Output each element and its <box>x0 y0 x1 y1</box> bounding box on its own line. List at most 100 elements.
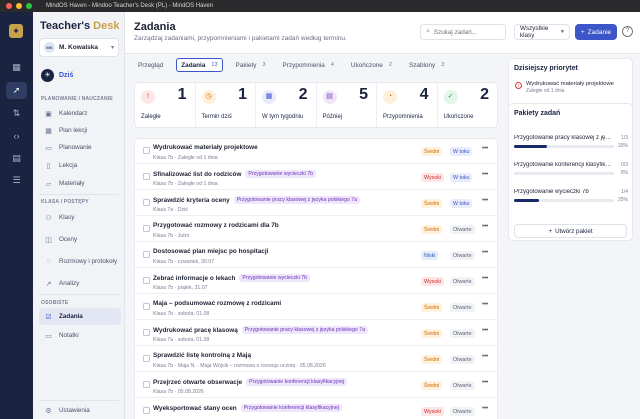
task-row[interactable]: Przejrzeć otwarte obserwacje Przygotowani… <box>135 373 497 398</box>
more-options-icon[interactable]: ••• <box>482 171 488 178</box>
sidebar-item-klasy[interactable]: ⚇ Klasy <box>39 209 121 226</box>
task-checkbox[interactable] <box>143 407 150 414</box>
stat-card[interactable]: ◔ 4 Przypomnienia <box>377 83 438 127</box>
package-name: Przygotowanie wycieczki 7b <box>514 189 589 195</box>
sidebar-item-plan-lekcji[interactable]: ▦ Plan lekcji <box>39 122 121 139</box>
more-options-icon[interactable]: ••• <box>482 353 488 360</box>
task-title-line: Przygotować rozmowy z rodzicami dla 7b <box>153 222 279 229</box>
more-options-icon[interactable]: ••• <box>482 301 488 308</box>
sidebar-item-zadania[interactable]: ☑ Zadania <box>39 308 121 325</box>
status-badge: Otwarte <box>450 303 475 312</box>
alert-icon: ! <box>515 82 522 89</box>
priority-item[interactable]: ! Wydrukować materiały projektowe Zaległ… <box>515 81 614 94</box>
task-checkbox[interactable] <box>143 381 150 388</box>
maximize-window-button[interactable] <box>26 3 32 9</box>
package-item[interactable]: Przygotowanie konferencji klasyfikacyjne… <box>514 162 628 176</box>
sidebar-item-rozmowy[interactable]: ◌ Rozmowy i protokoły <box>39 253 121 270</box>
stat-card[interactable]: ! 1 Zaległe <box>135 83 196 127</box>
task-checkbox[interactable] <box>143 225 150 232</box>
task-row[interactable]: Dostosować plan miejsc po hospitacji Klas… <box>135 243 497 268</box>
stat-card[interactable]: ▦ 2 W tym tygodniu <box>256 83 317 127</box>
task-title: Sprawdzić listę kontrolną z Mają <box>153 352 252 359</box>
sidebar-item-ustawienia[interactable]: ⚙ Ustawienia <box>39 402 121 419</box>
task-title: Maja – podsumować rozmowę z rodzicami <box>153 300 282 307</box>
tab-przeglad[interactable]: Przegląd <box>134 58 167 72</box>
task-package-tag[interactable]: Przygotowanie wycieczki 7b <box>239 274 310 282</box>
task-checkbox[interactable] <box>143 303 150 310</box>
task-title: Przejrzeć otwarte obserwacje <box>153 378 243 386</box>
search-icon: ⌕ <box>426 28 430 35</box>
task-checkbox[interactable] <box>143 251 150 258</box>
class-filter-select[interactable]: Wszystkie klasy ▼ <box>514 24 570 40</box>
more-options-icon[interactable]: ••• <box>482 145 488 152</box>
tab-ukonczone[interactable]: Ukończone 2 <box>347 58 396 72</box>
stat-card[interactable]: ▤ 5 Później <box>317 83 377 127</box>
note-icon: ▭ <box>45 332 52 340</box>
task-checkbox[interactable] <box>143 147 150 154</box>
tab-zadania[interactable]: Zadania 13 <box>176 58 223 72</box>
task-package-tag[interactable]: Przygotowanie pracy klasowej z języka po… <box>241 326 369 334</box>
task-package-tag[interactable]: Przygotowanie wycieczki 7b <box>245 170 317 178</box>
task-package-tag[interactable]: Przygotowanie pracy klasowej z języka po… <box>233 196 360 204</box>
section-planning: PLANOWANIE I NAUCZANIE <box>41 96 113 102</box>
task-row[interactable]: Wyeksportować stany ocen Przygotowanie ko… <box>135 399 497 419</box>
task-checkbox[interactable] <box>143 199 150 206</box>
task-row[interactable]: Zebrać informacje o lekach Przygotowanie … <box>135 269 497 294</box>
task-row[interactable]: Wydrukować pracę klasową Przygotowanie pr… <box>135 321 497 346</box>
task-meta: Klasa 7a · Dziś <box>153 207 188 213</box>
task-checkbox[interactable] <box>143 173 150 180</box>
package-item[interactable]: Przygotowanie pracy klasowej z języka po… <box>514 135 628 149</box>
today-link[interactable]: ☀ Dziś <box>41 69 73 82</box>
plus-icon: + <box>548 227 553 235</box>
more-options-icon[interactable]: ••• <box>482 275 488 282</box>
sidebar-item-oceny[interactable]: ◫ Oceny <box>39 231 121 248</box>
package-item[interactable]: Przygotowanie wycieczki 7b 1/4 25% <box>514 189 628 203</box>
more-options-icon[interactable]: ••• <box>482 405 488 412</box>
sidebar-item-planowanie[interactable]: ▭ Planowanie <box>39 139 121 156</box>
minimize-window-button[interactable] <box>16 3 22 9</box>
sidebar-item-lekcja[interactable]: ▯ Lekcja <box>39 157 121 174</box>
task-title: Zebrać informacje o lekach <box>153 274 236 282</box>
task-package-tag[interactable]: Przygotowanie konferencji klasyfikacyjne… <box>240 404 342 412</box>
database-icon[interactable]: ▤ <box>10 152 23 165</box>
task-row[interactable]: Wydrukować materiały projektowe Klasa 7b … <box>135 139 497 164</box>
task-row[interactable]: Sprawdzić listę kontrolną z Mają Klasa 7b… <box>135 347 497 372</box>
sidebar-item-notatki[interactable]: ▭ Notatki <box>39 327 121 344</box>
dashboard-icon[interactable]: ▦ <box>10 61 23 74</box>
sidebar-item-analizy[interactable]: ↗ Analizy <box>39 275 121 292</box>
more-options-icon[interactable]: ••• <box>482 197 488 204</box>
search-input[interactable] <box>433 28 500 36</box>
task-checkbox[interactable] <box>143 355 150 362</box>
task-row[interactable]: Sprawdzić kryteria oceny Przygotowanie pr… <box>135 191 497 216</box>
more-options-icon[interactable]: ••• <box>482 249 488 256</box>
sidebar-item-kalendarz[interactable]: ▣ Kalendarz <box>39 105 121 122</box>
task-row[interactable]: Przygotować rozmowy z rodzicami dla 7b Kl… <box>135 217 497 242</box>
task-row[interactable]: Sfinalizować list do rodziców Przygotowan… <box>135 165 497 190</box>
create-package-button[interactable]: + Utwórz pakiet <box>514 224 627 238</box>
more-options-icon[interactable]: ••• <box>482 327 488 334</box>
priority-badge: Wysoki <box>421 277 445 286</box>
task-title-line: Sprawdzić listę kontrolną z Mają <box>153 352 251 359</box>
sliders-icon[interactable]: ☰ <box>10 174 23 187</box>
stats-strip: ! 1 Zaległe ◷ 1 Termin dziś ▦ 2 W tym tygodniu ▤ 5… <box>134 82 498 128</box>
add-task-button[interactable]: + Zadanie <box>575 24 617 40</box>
tab-pakiety[interactable]: Pakiety 3 <box>232 58 270 72</box>
task-checkbox[interactable] <box>143 329 150 336</box>
code-icon[interactable]: ‹› <box>10 130 23 143</box>
task-checkbox[interactable] <box>143 277 150 284</box>
help-icon[interactable]: ? <box>622 26 633 37</box>
user-switcher[interactable]: MK M. Kowalska ▾ <box>39 38 119 57</box>
tab-przypomnienia[interactable]: Przypomnienia 4 <box>279 58 338 72</box>
task-package-tag[interactable]: Przygotowanie konferencji klasyfikacyjne… <box>246 378 348 386</box>
stat-card[interactable]: ◷ 1 Termin dziś <box>196 83 256 127</box>
search-box[interactable]: ⌕ <box>420 24 506 40</box>
stat-card[interactable]: ✓ 2 Ukończone <box>438 83 498 127</box>
sidebar-item-materialy[interactable]: ▱ Materiały <box>39 175 121 192</box>
transfer-icon[interactable]: ⇅ <box>10 107 23 120</box>
task-row[interactable]: Maja – podsumować rozmowę z rodzicami Kla… <box>135 295 497 320</box>
rocket-icon[interactable]: ➚ <box>6 82 27 99</box>
more-options-icon[interactable]: ••• <box>482 223 488 230</box>
close-window-button[interactable] <box>6 3 12 9</box>
more-options-icon[interactable]: ••• <box>482 379 488 386</box>
tab-szablony[interactable]: Szablony 3 <box>405 58 448 72</box>
